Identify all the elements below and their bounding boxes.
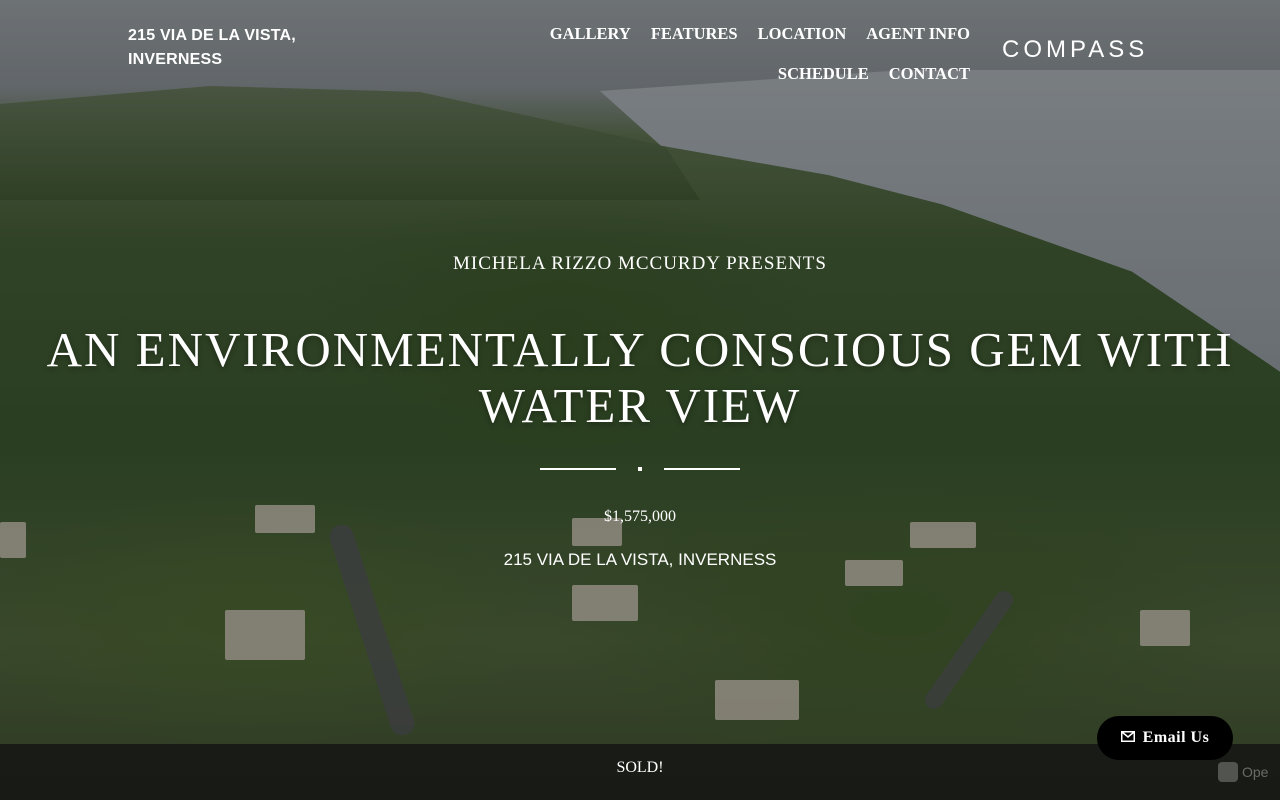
divider-line bbox=[540, 468, 616, 470]
decorative-divider bbox=[540, 467, 740, 471]
nav-agent-info[interactable]: AGENT INFO bbox=[856, 14, 980, 54]
badge-text: Ope bbox=[1242, 764, 1269, 780]
nav-gallery[interactable]: GALLERY bbox=[540, 14, 641, 54]
main-nav: GALLERY FEATURES LOCATION AGENT INFO SCH… bbox=[440, 14, 980, 94]
hero-headline: AN ENVIRONMENTALLY CONSCIOUS GEM WITH WA… bbox=[46, 322, 1234, 433]
nav-schedule[interactable]: SCHEDULE bbox=[768, 54, 879, 94]
nav-features[interactable]: FEATURES bbox=[641, 14, 748, 54]
envelope-icon bbox=[1120, 730, 1135, 747]
listing-address: 215 VIA DE LA VISTA, INVERNESS bbox=[503, 550, 777, 569]
email-us-label: Email Us bbox=[1142, 729, 1210, 746]
listing-price: $1,575,000 bbox=[604, 508, 676, 525]
nav-contact[interactable]: CONTACT bbox=[879, 54, 980, 94]
site-title[interactable]: 215 VIA DE LA VISTA, INVERNESS bbox=[128, 24, 368, 72]
open-badge[interactable]: Ope bbox=[1218, 761, 1268, 783]
status-text: SOLD! bbox=[616, 759, 664, 776]
compass-logo[interactable]: COMPASS bbox=[1002, 36, 1148, 64]
divider-dot bbox=[638, 467, 642, 471]
presenter-line: MICHELA RIZZO MCCURDY PRESENTS bbox=[453, 253, 827, 274]
divider-line bbox=[664, 468, 740, 470]
email-us-button[interactable]: Email Us bbox=[1097, 716, 1233, 760]
nav-location[interactable]: LOCATION bbox=[748, 14, 857, 54]
badge-icon bbox=[1218, 762, 1238, 782]
sold-status-bar: SOLD! bbox=[0, 744, 1280, 800]
